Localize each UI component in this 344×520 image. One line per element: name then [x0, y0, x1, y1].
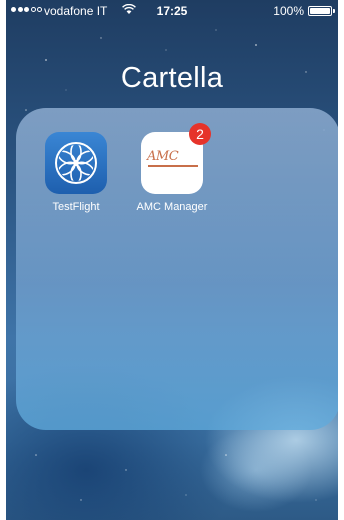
folder-title[interactable]: Cartella	[6, 62, 338, 95]
app-label-testflight: TestFlight	[52, 201, 100, 213]
folder-panel: TestFlight AMC 2 AMC Manager	[16, 108, 338, 430]
battery-level-fill	[310, 8, 330, 14]
amc-manager-icon[interactable]: AMC 2	[141, 123, 211, 194]
notification-badge: 2	[189, 123, 211, 145]
battery-icon	[308, 6, 332, 16]
status-bar: vodafone IT 17:25 100%	[6, 0, 338, 20]
battery-percentage: 100%	[273, 4, 304, 18]
battery-tip	[333, 9, 335, 13]
amc-logo-underline	[148, 165, 198, 167]
app-amc-manager[interactable]: AMC 2 AMC Manager	[129, 123, 215, 213]
home-screen: vodafone IT 17:25 100% Cartella TestFlig…	[6, 0, 338, 520]
app-testflight[interactable]: TestFlight	[33, 132, 119, 213]
testflight-icon[interactable]	[45, 132, 107, 194]
amc-logo-text: AMC	[147, 149, 179, 164]
app-label-amc-manager: AMC Manager	[136, 201, 208, 213]
